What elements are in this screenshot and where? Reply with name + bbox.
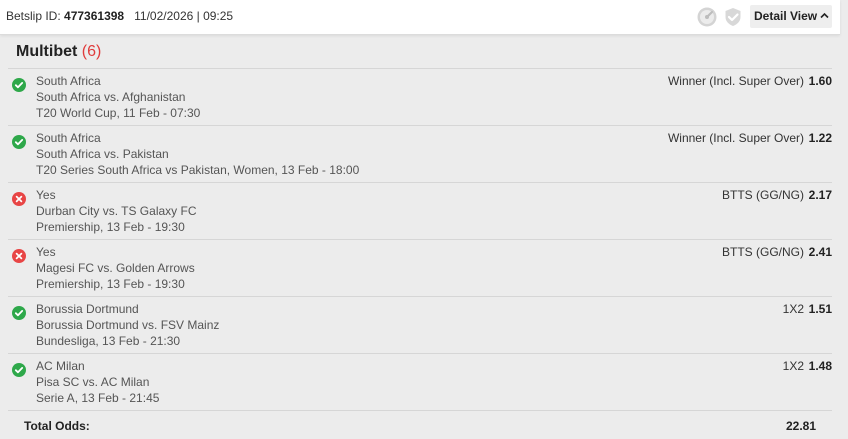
bet-market: BTTS (GG/NG) — [722, 188, 804, 202]
betslip-detail-panel: Betslip ID: 477361398 11/02/2026 | 09:25… — [0, 0, 840, 438]
bet-market: Winner (Incl. Super Over) — [667, 131, 804, 145]
chevron-up-icon — [820, 5, 829, 28]
won-check-icon — [12, 306, 26, 320]
bet-selection: Yes — [36, 188, 56, 202]
bet-odds: 1.48 — [808, 359, 832, 373]
bet-odds: 1.51 — [808, 302, 832, 316]
won-check-icon — [12, 363, 26, 377]
selection-count: (6) — [81, 43, 102, 60]
bet-event: Durban City vs. TS Galaxy FC — [36, 204, 197, 218]
bet-row: South Africa South Africa vs. Afghanistan… — [8, 68, 832, 125]
bet-odds: 2.17 — [808, 188, 832, 202]
shield-check-icon[interactable] — [722, 6, 744, 28]
bet-event: South Africa vs. Pakistan — [36, 147, 169, 161]
bet-selection: South Africa — [36, 74, 101, 88]
won-check-icon — [12, 78, 26, 92]
detail-view-button[interactable]: Detail View — [750, 5, 832, 28]
bet-row: Borussia Dortmund Borussia Dortmund vs. F… — [8, 296, 832, 353]
lost-cross-icon — [12, 192, 26, 206]
bet-market: Winner (Incl. Super Over) — [667, 74, 804, 88]
speedometer-icon[interactable] — [696, 6, 718, 28]
section-title: Multibet (6) — [16, 43, 101, 61]
bet-event: Borussia Dortmund vs. FSV Mainz — [36, 318, 220, 332]
bet-selection: Borussia Dortmund — [36, 302, 139, 316]
total-odds-row: Total Odds: 22.81 — [8, 410, 832, 439]
bet-event: South Africa vs. Afghanistan — [36, 90, 186, 104]
section-title-text: Multibet — [16, 43, 78, 60]
betslip-header: Betslip ID: 477361398 11/02/2026 | 09:25… — [0, 0, 840, 35]
bet-competition: Premiership, 13 Feb - 19:30 — [36, 220, 185, 234]
bet-event: Pisa SC vs. AC Milan — [36, 375, 150, 389]
bet-row: Yes Magesi FC vs. Golden Arrows Premiershi… — [8, 239, 832, 296]
betslip-id: 477361398 — [64, 9, 125, 23]
bet-competition: Bundesliga, 13 Feb - 21:30 — [36, 334, 181, 348]
won-check-icon — [12, 135, 26, 149]
bet-row: Yes Durban City vs. TS Galaxy FC Premiersh… — [8, 182, 832, 239]
bet-selection: AC Milan — [36, 359, 85, 373]
betslip-datetime: 11/02/2026 | 09:25 — [134, 9, 234, 23]
lost-cross-icon — [12, 249, 26, 263]
bet-odds: 2.41 — [808, 245, 832, 259]
bet-competition: T20 World Cup, 11 Feb - 07:30 — [36, 106, 201, 120]
bet-row: South Africa South Africa vs. Pakistan T20… — [8, 125, 832, 182]
bet-competition: Premiership, 13 Feb - 19:30 — [36, 277, 185, 291]
bet-competition: T20 Series South Africa vs Pakistan, Wom… — [36, 163, 360, 177]
bet-odds: 1.22 — [808, 131, 832, 145]
bet-selection: Yes — [36, 245, 56, 259]
total-odds-value: 22.81 — [785, 419, 816, 433]
bet-selection: South Africa — [36, 131, 101, 145]
betslip-id-label: Betslip ID: — [6, 9, 61, 23]
bet-odds: 1.60 — [808, 74, 832, 88]
bet-market: 1X2 — [782, 359, 804, 373]
detail-view-label: Detail View — [754, 9, 818, 23]
bet-list: South Africa South Africa vs. Afghanistan… — [8, 68, 832, 410]
betslip-info: Betslip ID: 477361398 11/02/2026 | 09:25 — [6, 9, 233, 23]
bet-event: Magesi FC vs. Golden Arrows — [36, 261, 195, 275]
bet-market: 1X2 — [782, 302, 804, 316]
bet-row: AC Milan Pisa SC vs. AC Milan Serie A, 13 … — [8, 353, 832, 410]
total-odds-label: Total Odds: — [24, 419, 90, 433]
bet-market: BTTS (GG/NG) — [722, 245, 804, 259]
bet-competition: Serie A, 13 Feb - 21:45 — [36, 391, 160, 405]
